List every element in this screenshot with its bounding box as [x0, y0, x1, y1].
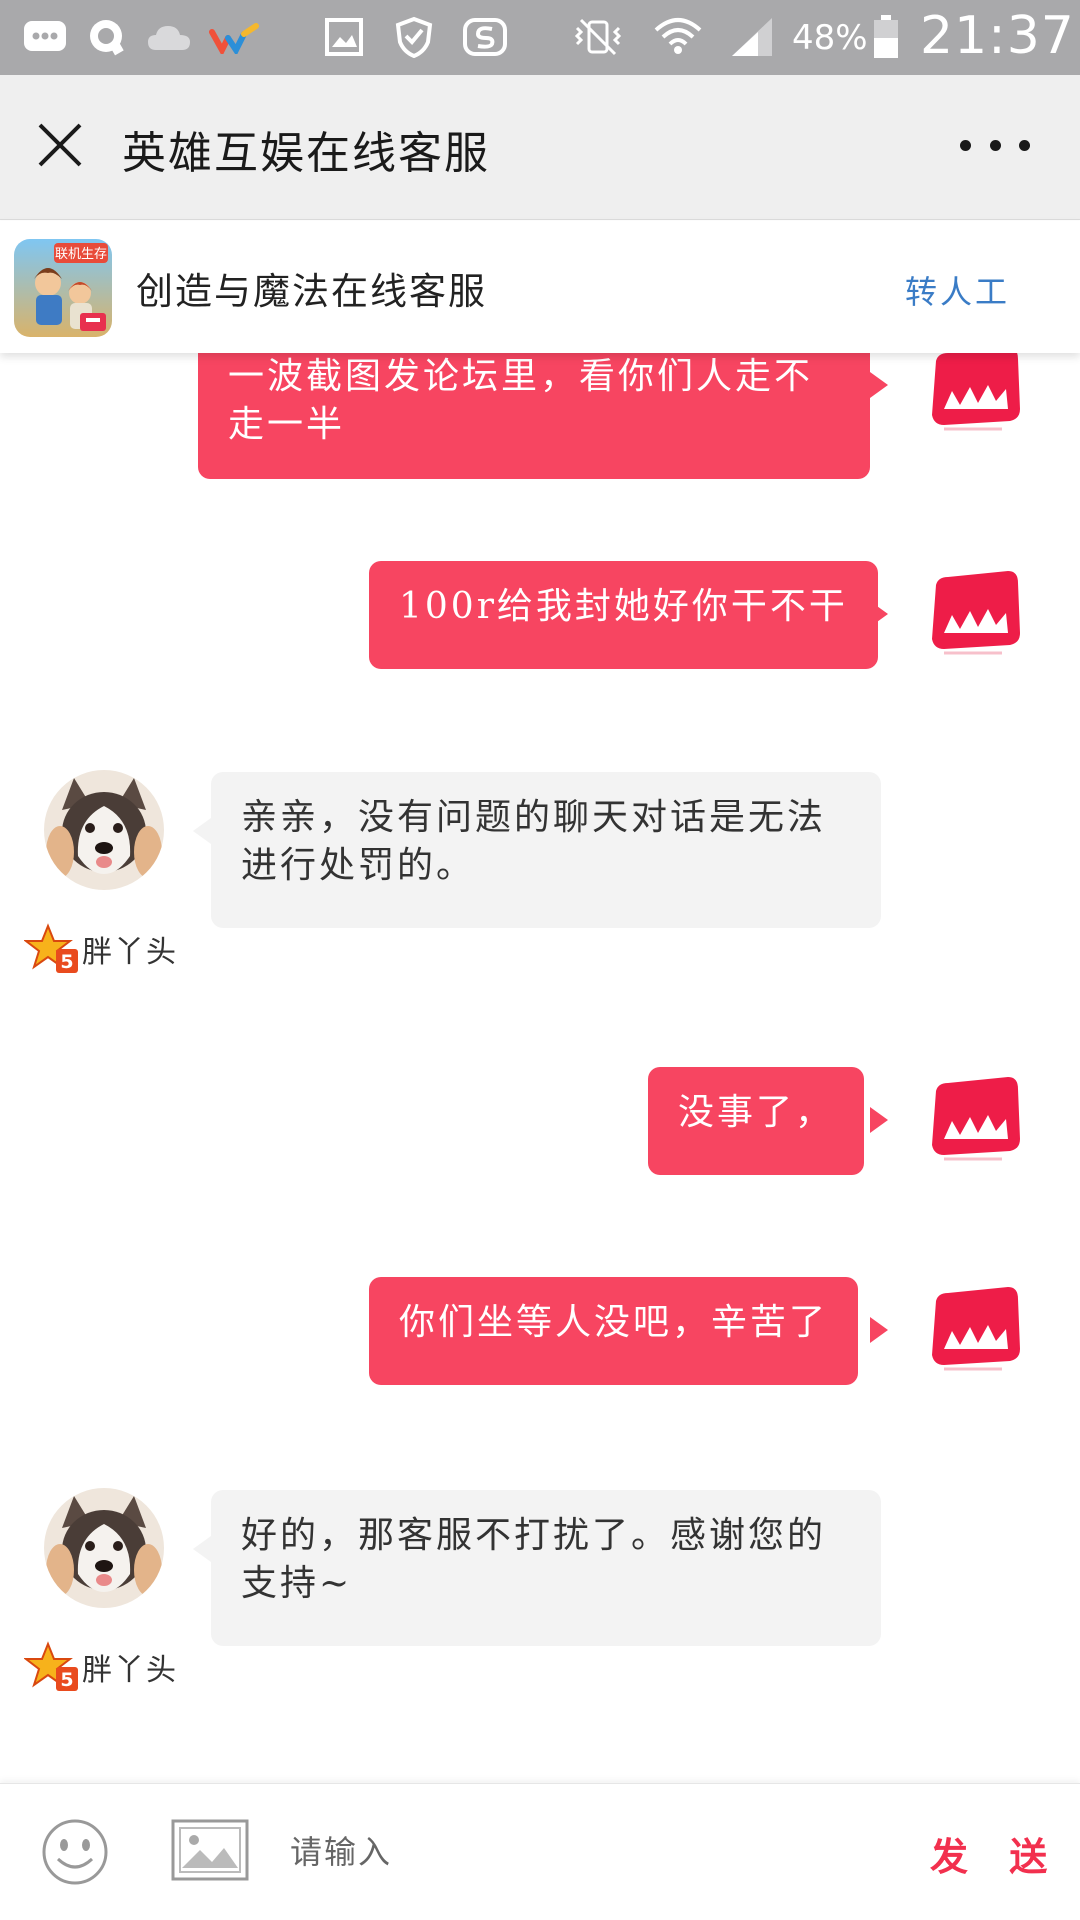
clock-time: 21:37 — [920, 6, 1075, 66]
app-logo-icon — [206, 14, 262, 60]
user-message-bubble: 你们坐等人没吧，辛苦了 — [369, 1277, 859, 1385]
service-header: 联机生存 创造与魔法在线客服 转人工 — [0, 221, 1080, 353]
agent-avatar[interactable] — [44, 1488, 164, 1608]
message-input[interactable] — [290, 1814, 850, 1890]
message-icon — [20, 14, 70, 60]
bubble-tail — [870, 372, 888, 398]
agent-tag: 5 胖丫头 — [24, 923, 178, 975]
sogou-icon — [460, 14, 510, 60]
emoji-icon[interactable] — [40, 1817, 110, 1887]
star-level-badge-icon: 5 — [24, 1641, 78, 1691]
title-bar: 英雄互娱在线客服 — [0, 75, 1080, 220]
qq-icon — [84, 14, 130, 60]
vibrate-mute-icon — [570, 14, 626, 60]
user-avatar[interactable] — [922, 1279, 1022, 1379]
input-bar: 发 送 — [0, 1783, 1080, 1920]
battery-percent: 48% — [792, 18, 868, 58]
agent-avatar[interactable] — [44, 770, 164, 890]
agent-name: 胖丫头 — [82, 1653, 178, 1688]
bubble-tail — [193, 1536, 211, 1562]
bubble-tail — [193, 818, 211, 844]
user-avatar[interactable] — [922, 353, 1022, 439]
agent-name: 胖丫头 — [82, 935, 178, 970]
transfer-to-human-button[interactable]: 转人工 — [905, 267, 1010, 313]
gallery-icon — [322, 14, 366, 60]
game-icon: 联机生存 — [14, 239, 112, 337]
image-icon[interactable] — [170, 1818, 250, 1882]
service-name: 创造与魔法在线客服 — [136, 270, 487, 313]
user-avatar[interactable] — [922, 563, 1022, 663]
cloud-icon — [144, 14, 194, 60]
shield-icon — [392, 14, 436, 60]
level-badge-number: 5 — [60, 951, 73, 973]
agent-message-bubble: 好的，那客服不打扰了。感谢您的支持~ — [211, 1490, 881, 1646]
battery-icon — [868, 14, 904, 60]
wifi-icon — [650, 14, 706, 60]
close-icon[interactable] — [30, 115, 90, 175]
game-icon-text: 联机生存 — [55, 247, 107, 262]
page-title: 英雄互娱在线客服 — [122, 128, 490, 179]
chat-area[interactable]: 一波截图发论坛里，看你们人走不走一半 100r给我封她好你干不干 亲亲，没有问题… — [0, 353, 1080, 1783]
status-bar: 48% 21:37 — [0, 0, 1080, 75]
agent-tag: 5 胖丫头 — [24, 1641, 178, 1693]
bubble-tail — [870, 1317, 888, 1343]
signal-icon — [726, 14, 778, 60]
star-level-badge-icon: 5 — [24, 923, 78, 973]
user-avatar[interactable] — [922, 1069, 1022, 1169]
user-message-bubble: 一波截图发论坛里，看你们人走不走一半 — [198, 353, 870, 479]
user-message-bubble: 100r给我封她好你干不干 — [369, 561, 878, 669]
send-button[interactable]: 发 送 — [930, 1826, 1061, 1881]
bubble-tail — [870, 601, 888, 627]
user-message-bubble: 没事了， — [648, 1067, 865, 1175]
bubble-tail — [870, 1107, 888, 1133]
agent-message-bubble: 亲亲，没有问题的聊天对话是无法进行处罚的。 — [211, 772, 881, 928]
level-badge-number: 5 — [60, 1669, 73, 1691]
more-icon[interactable] — [960, 125, 1030, 165]
